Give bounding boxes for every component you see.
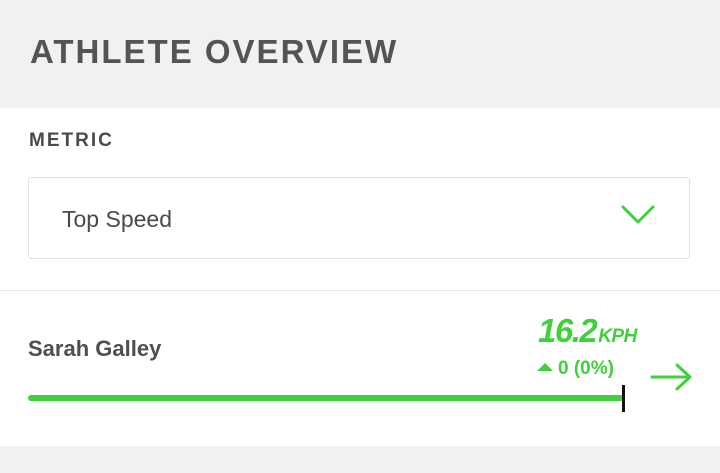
athlete-bar-area <box>0 291 720 446</box>
page-header: ATHLETE OVERVIEW <box>0 0 720 108</box>
progress-bar-track <box>28 395 624 401</box>
progress-bar-marker <box>622 385 625 412</box>
metric-label: METRIC <box>29 130 114 151</box>
page-footer <box>0 446 720 473</box>
page-title: ATHLETE OVERVIEW <box>30 33 399 70</box>
arrow-right-icon[interactable] <box>650 362 694 392</box>
chevron-down-icon <box>621 205 655 224</box>
metric-select[interactable]: Top Speed <box>28 177 690 259</box>
progress-bar-fill <box>28 395 624 401</box>
metric-select-value: Top Speed <box>62 206 172 232</box>
